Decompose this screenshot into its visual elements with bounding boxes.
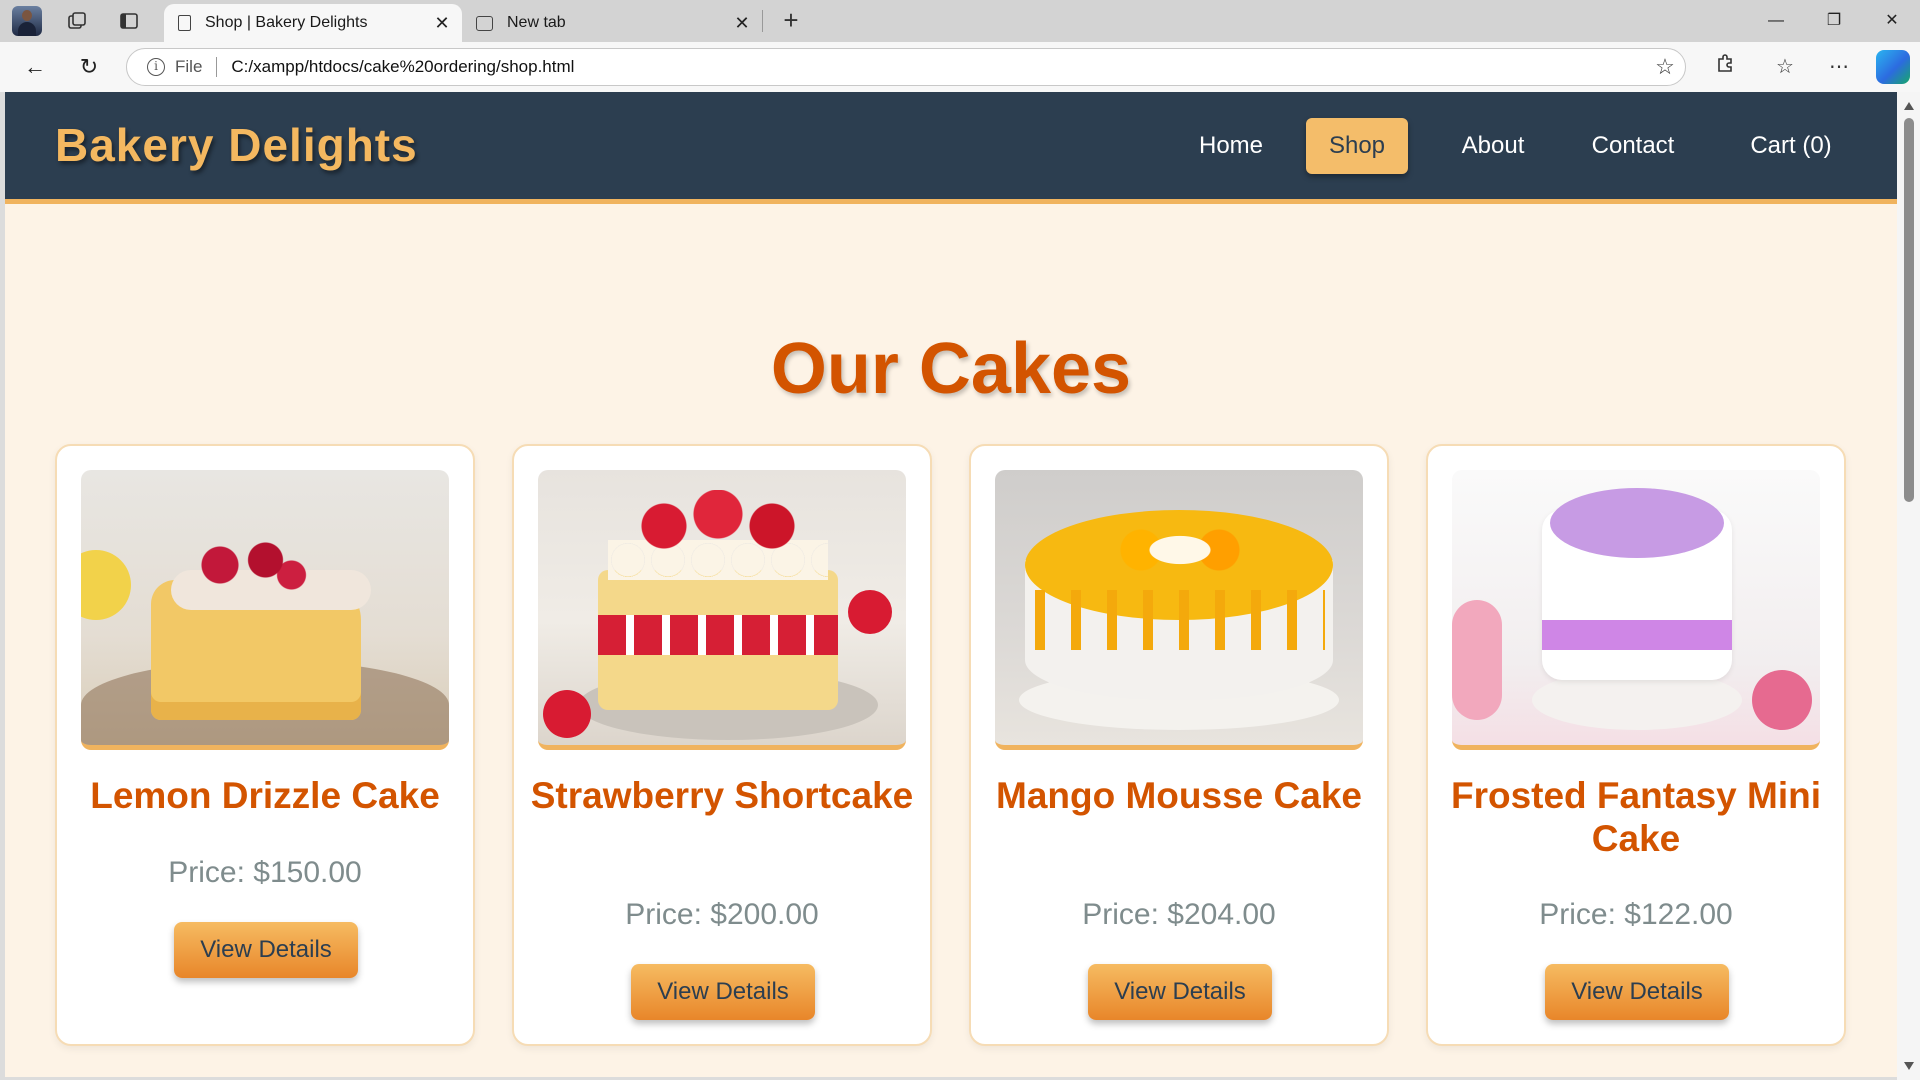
product-name: Mango Mousse Cake [996,775,1362,816]
tab-title: New tab [507,14,566,31]
close-tab-icon[interactable]: ✕ [728,13,756,34]
nav-shop[interactable]: Shop [1306,118,1408,174]
tab-shop[interactable]: Shop | Bakery Delights ✕ [164,4,462,42]
product-card: Mango Mousse Cake Price: $204.00 View De… [969,444,1389,1046]
extensions-puzzle-icon[interactable] [1708,50,1742,84]
view-details-button[interactable]: View Details [631,964,815,1020]
tab-actions-icon[interactable] [114,6,144,36]
product-card: Lemon Drizzle Cake Price: $150.00 View D… [55,444,475,1046]
page-title: Our Cakes [770,329,1132,409]
site-header: Bakery Delights Home Shop About Contact … [5,92,1897,204]
product-price: Price: $122.00 [1539,898,1733,931]
url-text[interactable]: C:/xampp/htdocs/cake%20ordering/shop.htm… [231,57,1645,77]
favorites-icon[interactable]: ☆ [1768,50,1802,84]
product-name: Lemon Drizzle Cake [90,775,440,816]
tab-title: Shop | Bakery Delights [205,14,368,31]
nav-contact[interactable]: Contact [1577,118,1689,174]
page-icon [178,15,191,31]
view-details-button[interactable]: View Details [1088,964,1272,1020]
tab-separator [762,10,763,32]
nav-about[interactable]: About [1445,118,1541,174]
copilot-icon[interactable] [1876,50,1910,84]
product-name: Strawberry Shortcake [530,775,914,816]
product-price: Price: $200.00 [625,898,819,931]
profile-avatar[interactable] [12,6,42,36]
address-bar-row: ← ↻ i File C:/xampp/htdocs/cake%20orderi… [0,42,1920,92]
product-card: Frosted Fantasy Mini Cake Price: $122.00… [1426,444,1846,1046]
nav-home[interactable]: Home [1185,118,1277,174]
scroll-thumb[interactable] [1904,118,1914,502]
back-arrow-icon[interactable]: ← [18,50,52,84]
more-options-icon[interactable]: ⋯ [1822,50,1856,84]
refresh-icon[interactable]: ↻ [72,50,106,84]
scroll-up-arrow-icon[interactable] [1904,102,1914,110]
lemon-drizzle-cake-image[interactable] [81,470,449,750]
close-window-icon[interactable]: ✕ [1864,0,1920,42]
workspaces-icon[interactable] [62,6,92,36]
nav-cart[interactable]: Cart (0) [1725,118,1857,174]
mango-mousse-cake-image[interactable] [995,470,1363,750]
tab-new-tab[interactable]: New tab ✕ [466,4,762,42]
page-viewport: Bakery Delights Home Shop About Contact … [5,92,1897,1077]
new-tab-plus-icon[interactable]: + [776,6,806,36]
product-price: Price: $204.00 [1082,898,1276,931]
address-bar[interactable]: i File C:/xampp/htdocs/cake%20ordering/s… [126,48,1686,86]
product-name: Frosted Fantasy Mini Cake [1450,775,1822,859]
new-tab-page-icon [476,15,493,31]
frosted-fantasy-mini-cake-image[interactable] [1452,470,1820,750]
restore-icon[interactable]: ❐ [1806,0,1862,42]
strawberry-shortcake-image[interactable] [538,470,906,750]
favorite-star-icon[interactable]: ☆ [1645,54,1685,80]
view-details-button[interactable]: View Details [1545,964,1729,1020]
product-card: Strawberry Shortcake Price: $200.00 View… [512,444,932,1046]
vertical-scrollbar[interactable] [1897,92,1920,1080]
view-details-button[interactable]: View Details [174,922,358,978]
minimize-icon[interactable]: — [1748,0,1804,42]
info-icon[interactable]: i [147,58,165,76]
url-separator [216,57,218,77]
site-logo[interactable]: Bakery Delights [55,118,418,172]
url-scheme-label: File [175,57,203,76]
scroll-down-arrow-icon[interactable] [1904,1062,1914,1070]
close-tab-icon[interactable]: ✕ [428,13,456,34]
browser-tab-bar: Shop | Bakery Delights ✕ New tab ✕ + — ❐… [0,0,1920,42]
product-price: Price: $150.00 [168,856,362,889]
